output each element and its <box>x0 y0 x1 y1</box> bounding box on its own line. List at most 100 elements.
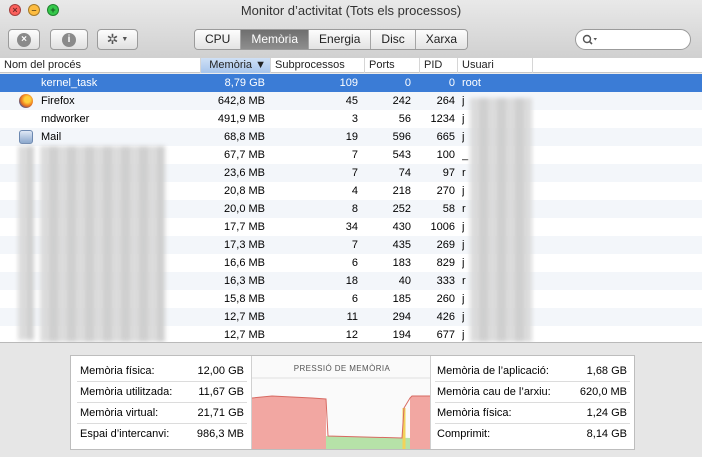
cell-ports: 242 <box>392 95 411 107</box>
stat-label: Memòria física: <box>437 407 512 419</box>
cell-memory: 15,8 MB <box>224 293 265 305</box>
column-header-memory[interactable]: Memòria ▼ <box>201 58 271 73</box>
cell-threads: 12 <box>345 329 358 341</box>
cell-memory: 23,6 MB <box>224 167 265 179</box>
stat-label: Memòria cau de l’arxiu: <box>437 386 551 398</box>
cell-memory: 491,9 MB <box>217 113 265 125</box>
action-menu-button[interactable]: ✲ ▼ <box>97 29 138 50</box>
cell-threads: 45 <box>345 95 358 107</box>
cell-process-name: kernel_task <box>41 77 98 89</box>
memory-summary-box: Memòria física: 12,00 GB Memòria utilitz… <box>70 355 635 450</box>
cell-pid: 333 <box>436 275 455 287</box>
chevron-down-icon: ▼ <box>121 36 129 43</box>
redacted-area <box>40 146 165 342</box>
cell-process-name: mdworker <box>41 113 90 125</box>
cell-process-name: Mail <box>41 131 62 143</box>
memory-summary-panel: Memòria física: 12,00 GB Memòria utilitz… <box>0 342 702 457</box>
column-header-ports[interactable]: Ports <box>365 58 420 73</box>
stat-value: 620,0 MB <box>579 386 627 398</box>
pressure-red-area-right <box>410 396 430 449</box>
cell-memory: 642,8 MB <box>217 95 265 107</box>
column-header-process-name[interactable]: Nom del procés <box>0 58 201 73</box>
title-toolbar: × – + Monitor d’activitat (Tots els proc… <box>0 0 702 61</box>
column-header-user[interactable]: Usuari <box>458 58 533 73</box>
quit-process-button[interactable]: × <box>8 29 40 50</box>
stat-value: 11,67 GB <box>198 386 244 398</box>
stat-label: Memòria utilitzada: <box>80 386 173 398</box>
cell-memory: 16,3 MB <box>224 275 265 287</box>
x-circle-icon: × <box>17 32 31 47</box>
table-header: Nom del procés Memòria ▼ Subprocessos Po… <box>0 58 702 73</box>
stat-value: 21,71 GB <box>197 407 244 419</box>
cell-pid: 97 <box>442 167 455 179</box>
cell-memory: 12,7 MB <box>224 329 265 341</box>
cell-ports: 56 <box>398 113 411 125</box>
inspect-process-button[interactable]: i <box>50 29 88 50</box>
mail-icon <box>19 130 33 144</box>
cell-ports: 252 <box>392 203 411 215</box>
cell-pid: 665 <box>436 131 455 143</box>
column-header-pid[interactable]: PID <box>420 58 458 73</box>
gear-icon: ✲ <box>106 31 119 47</box>
firefox-icon <box>19 94 33 108</box>
tab-cpu[interactable]: CPU <box>195 30 242 49</box>
column-header-threads[interactable]: Subprocessos <box>271 58 365 73</box>
search-field[interactable] <box>575 29 691 50</box>
cell-memory: 8,79 GB <box>224 77 265 89</box>
cell-pid: 1006 <box>430 221 455 233</box>
cell-ports: 194 <box>392 329 411 341</box>
memory-pressure-graph: PRESSIÓ DE MEMÒRIA <box>251 356 431 449</box>
cell-ports: 543 <box>392 149 411 161</box>
search-input[interactable] <box>602 33 682 46</box>
cell-pid: 270 <box>436 185 455 197</box>
cell-ports: 183 <box>392 257 411 269</box>
cell-pid: 829 <box>436 257 455 269</box>
cell-threads: 11 <box>346 311 358 323</box>
cell-threads: 7 <box>351 167 358 179</box>
cell-threads: 34 <box>345 221 358 233</box>
tab-memory[interactable]: Memòria <box>241 30 310 49</box>
stat-label: Memòria física: <box>80 365 155 377</box>
cell-threads: 8 <box>351 203 358 215</box>
cell-memory: 67,7 MB <box>224 149 265 161</box>
table-row[interactable]: Mail 68,8 MB 19 596 665 j <box>0 128 702 146</box>
cell-ports: 435 <box>392 239 411 251</box>
memory-pressure-chart <box>252 377 430 449</box>
cell-ports: 74 <box>398 167 411 179</box>
cell-pid: 1234 <box>430 113 455 125</box>
view-tabs: CPU Memòria Energia Disc Xarxa <box>194 29 469 50</box>
cell-pid: 677 <box>436 329 455 341</box>
cell-memory: 16,6 MB <box>224 257 265 269</box>
cell-memory: 17,3 MB <box>224 239 265 251</box>
cell-ports: 185 <box>392 293 411 305</box>
cell-memory: 68,8 MB <box>224 131 265 143</box>
cell-ports: 430 <box>392 221 411 233</box>
cell-pid: 260 <box>436 293 455 305</box>
stat-value: 8,14 GB <box>586 428 627 440</box>
stat-value: 1,68 GB <box>586 365 627 377</box>
cell-threads: 109 <box>339 77 358 89</box>
cell-memory: 20,8 MB <box>224 185 265 197</box>
table-row[interactable]: Firefox 642,8 MB 45 242 264 j <box>0 92 702 110</box>
stat-label: Espai d’intercanvi: <box>80 428 170 440</box>
cell-threads: 3 <box>351 113 358 125</box>
cell-process-name: Firefox <box>41 95 75 107</box>
stat-value: 12,00 GB <box>197 365 244 377</box>
cell-threads: 7 <box>351 149 358 161</box>
cell-threads: 19 <box>345 131 358 143</box>
tab-disk[interactable]: Disc <box>371 30 416 49</box>
cell-threads: 6 <box>351 257 358 269</box>
cell-ports: 294 <box>392 311 411 323</box>
table-row[interactable]: kernel_task 8,79 GB 109 0 0 root <box>0 74 702 92</box>
cell-user: root <box>462 77 481 89</box>
tab-network[interactable]: Xarxa <box>415 30 468 49</box>
cell-memory: 12,7 MB <box>224 311 265 323</box>
tab-energy[interactable]: Energia <box>309 30 372 49</box>
cell-memory: 20,0 MB <box>224 203 265 215</box>
cell-threads: 4 <box>351 185 358 197</box>
cell-pid: 0 <box>448 77 455 89</box>
table-row[interactable]: mdworker 491,9 MB 3 56 1234 j <box>0 110 702 128</box>
cell-threads: 18 <box>345 275 358 287</box>
cell-ports: 40 <box>398 275 411 287</box>
redacted-area <box>470 98 532 342</box>
